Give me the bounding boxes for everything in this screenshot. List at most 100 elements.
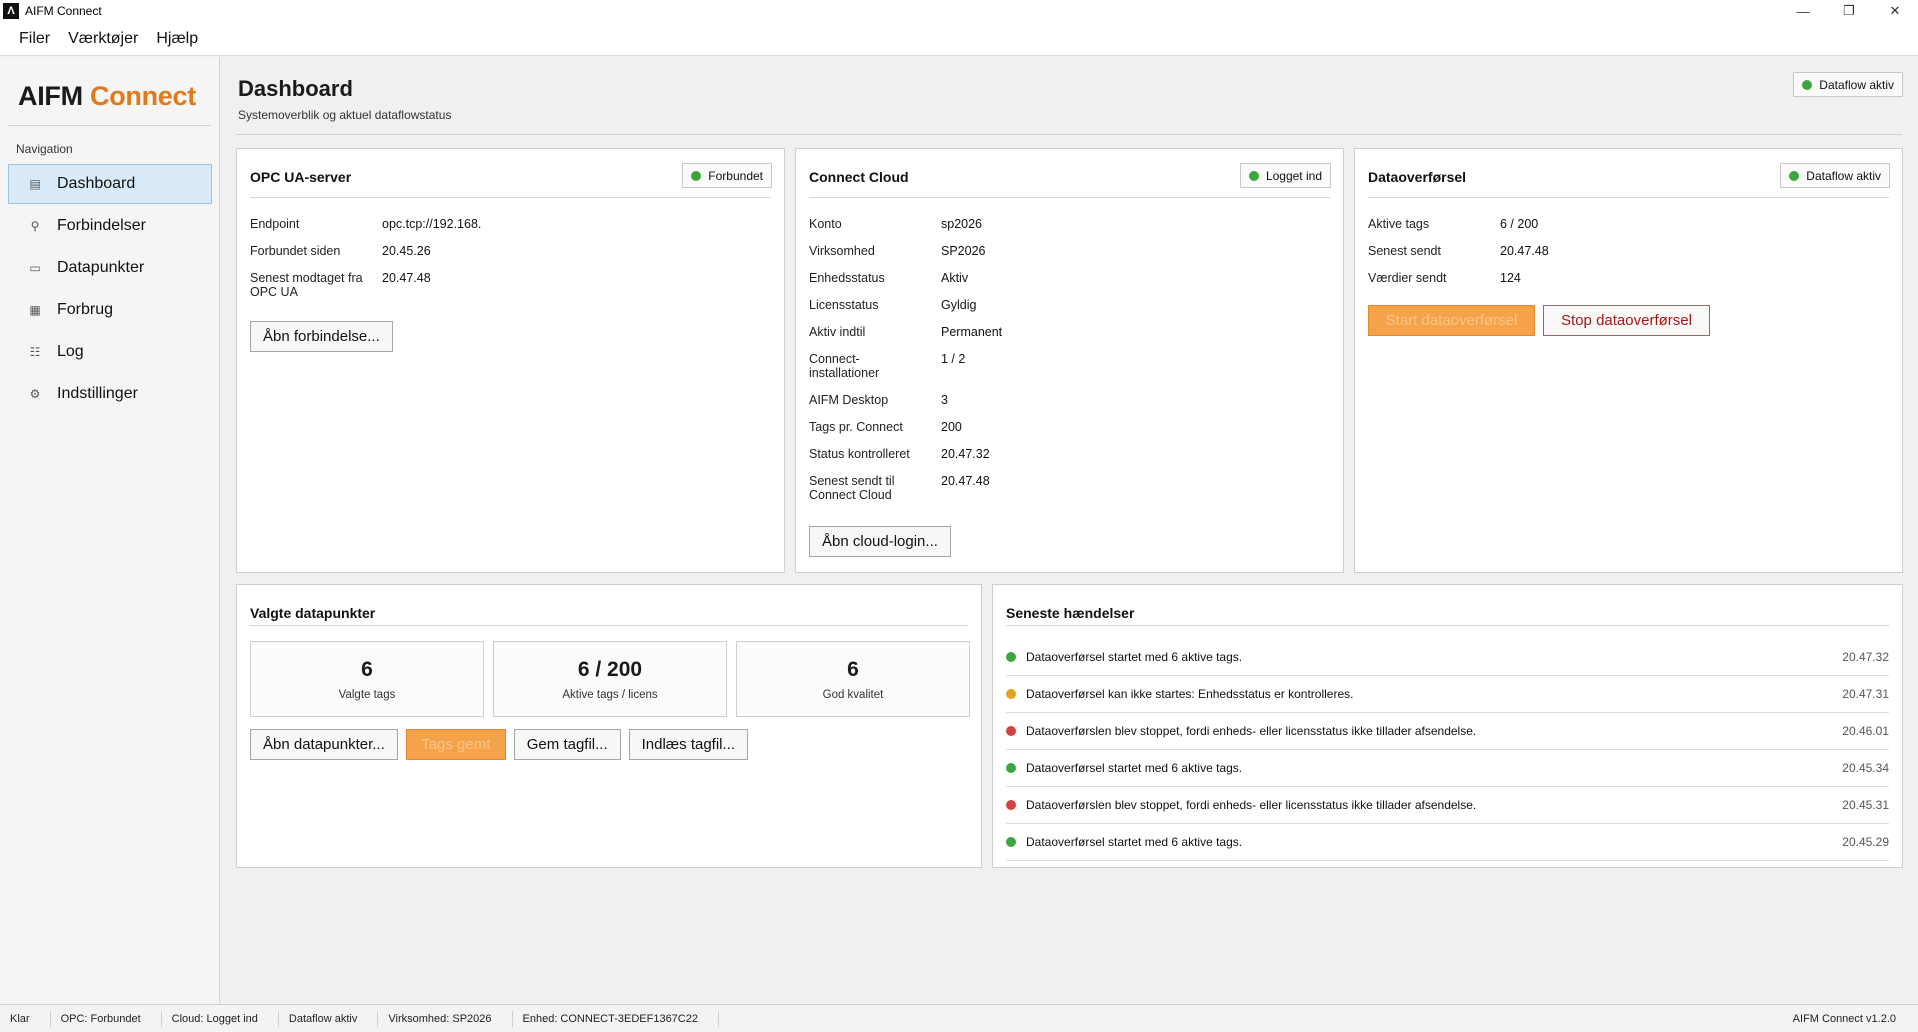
start-transfer-button[interactable]: Start dataoverførsel (1368, 305, 1535, 336)
stat-value: 6 (361, 657, 373, 681)
detail-row: Connect-installationer 1 / 2 (809, 352, 1330, 380)
divider (1368, 197, 1889, 198)
sidebar-item-forbindelser[interactable]: ⚲ Forbindelser (8, 206, 212, 246)
event-time: 20.47.31 (1842, 687, 1889, 701)
sidebar-item-log[interactable]: ☷ Log (8, 332, 212, 372)
divider (236, 134, 1902, 135)
page-subtitle: Systemoverblik og aktuel dataflowstatus (238, 108, 452, 122)
open-cloud-login-button[interactable]: Åbn cloud-login... (809, 526, 951, 557)
tags-saved-button[interactable]: Tags gemt (405, 729, 506, 760)
minimize-button[interactable]: — (1780, 0, 1826, 22)
event-text: Dataoverførsel kan ikke startes: Enhedss… (1026, 687, 1354, 701)
status-cloud: Cloud: Logget ind (162, 1010, 279, 1027)
stat-label: Valgte tags (338, 688, 396, 701)
error-dot-icon (1006, 800, 1016, 810)
panel-title: Connect Cloud (809, 169, 909, 185)
badge-label: Forbundet (708, 168, 763, 183)
detail-key: Senest sendt til Connect Cloud (809, 474, 895, 502)
detail-value: 20.45.26 (382, 244, 431, 258)
detail-value: 20.47.48 (1500, 244, 1549, 258)
detail-key: Værdier sendt (1368, 271, 1447, 285)
load-tagfile-button[interactable]: Indlæs tagfil... (628, 729, 749, 760)
badge-label: Dataflow aktiv (1806, 168, 1881, 183)
page-title: Dashboard (238, 76, 353, 101)
event-time: 20.47.32 (1842, 650, 1889, 664)
event-time: 20.45.29 (1842, 835, 1889, 849)
sidebar-item-label: Forbrug (57, 301, 114, 318)
event-time: 20.45.31 (1842, 798, 1889, 812)
list-item: Dataoverførsel startet med 6 aktive tags… (1006, 824, 1889, 861)
app-icon: Λ (3, 3, 19, 19)
opc-details: Endpoint opc.tcp://192.168. Forbundet sid… (250, 217, 771, 312)
open-connection-button[interactable]: Åbn forbindelse... (250, 321, 393, 352)
status-dot-icon (691, 170, 702, 181)
event-text: Dataoverførslen blev stoppet, fordi enhe… (1026, 798, 1477, 812)
sidebar: AIFM Connect Navigation ▤ Dashboard ⚲ Fo… (0, 57, 220, 1003)
divider (8, 125, 211, 126)
detail-row: Tags pr. Connect 200 (809, 420, 1330, 434)
detail-key: Connect-installationer (809, 352, 880, 380)
detail-value: 20.47.48 (941, 474, 990, 488)
warning-dot-icon (1006, 689, 1016, 699)
window-title: AIFM Connect (25, 4, 102, 18)
sidebar-item-dashboard[interactable]: ▤ Dashboard (8, 164, 212, 204)
status-dataflow: Dataflow aktiv (279, 1010, 379, 1027)
stat-active-tags: 6 / 200 Aktive tags / licens (493, 641, 727, 717)
panel-title: Dataoverførsel (1368, 169, 1467, 185)
brand-logo: AIFM Connect (18, 81, 196, 112)
badge-label: Logget ind (1265, 168, 1322, 183)
detail-key: Forbundet siden (250, 244, 341, 258)
open-datapoints-button[interactable]: Åbn datapunkter... (250, 729, 398, 760)
detail-row: Senest sendt 20.47.48 (1368, 244, 1889, 258)
detail-value: SP2026 (941, 244, 986, 258)
menu-bar: Filer Værktøjer Hjælp (0, 22, 1918, 56)
detail-value: Gyldig (941, 298, 977, 312)
sidebar-item-indstillinger[interactable]: ⚙ Indstillinger (8, 374, 212, 414)
main-content: Dashboard Systemoverblik og aktuel dataf… (221, 57, 1918, 1003)
sidebar-item-label: Indstillinger (57, 385, 138, 402)
detail-value: Permanent (941, 325, 1003, 339)
event-text: Dataoverførsel startet med 6 aktive tags… (1026, 835, 1243, 849)
menu-filer[interactable]: Filer (12, 26, 57, 52)
opc-status-badge: Forbundet (682, 163, 772, 188)
restore-button[interactable]: ❐ (1826, 0, 1872, 22)
detail-row: Senest modtaget fra OPC UA 20.47.48 (250, 271, 771, 299)
menu-hjaelp[interactable]: Hjælp (149, 26, 205, 52)
transfer-details: Aktive tags 6 / 200 Senest sendt 20.47.48 … (1368, 217, 1889, 298)
events-list: Dataoverførsel startet med 6 aktive tags… (1006, 639, 1889, 861)
status-company: Virksomhed: SP2026 (378, 1010, 513, 1027)
detail-row: AIFM Desktop 3 (809, 393, 1330, 407)
panel-title: OPC UA-server (250, 169, 352, 185)
detail-row: Konto sp2026 (809, 217, 1330, 231)
detail-row: Licensstatus Gyldig (809, 298, 1330, 312)
close-button[interactable]: ✕ (1872, 0, 1918, 22)
detail-row: Enhedsstatus Aktiv (809, 271, 1330, 285)
title-bar: Λ AIFM Connect — ❐ ✕ (0, 0, 1918, 22)
detail-key: Senest sendt (1368, 244, 1441, 258)
status-opc: OPC: Forbundet (51, 1010, 162, 1027)
detail-row: Forbundet siden 20.45.26 (250, 244, 771, 258)
detail-value: sp2026 (941, 217, 983, 231)
status-dot-icon (1006, 763, 1016, 773)
save-tagfile-button[interactable]: Gem tagfil... (513, 729, 621, 760)
event-time: 20.46.01 (1842, 724, 1889, 738)
datapoints-panel: Valgte datapunkter 6 Valgte tags 6 / 200… (236, 584, 982, 868)
status-dot-icon (1789, 170, 1800, 181)
tag-icon: ▭ (29, 261, 41, 275)
detail-key: Status kontrolleret (809, 447, 910, 461)
stat-label: Aktive tags / licens (562, 688, 658, 701)
detail-value: 20.47.32 (941, 447, 990, 461)
detail-row: Værdier sendt 124 (1368, 271, 1889, 285)
stop-transfer-button[interactable]: Stop dataoverførsel (1543, 305, 1710, 336)
sidebar-item-datapunkter[interactable]: ▭ Datapunkter (8, 248, 212, 288)
sidebar-item-forbrug[interactable]: ▦ Forbrug (8, 290, 212, 330)
usage-icon: ▦ (29, 303, 41, 317)
status-dot-icon (1006, 837, 1016, 847)
detail-row: Aktiv indtil Permanent (809, 325, 1330, 339)
brand-part-1: AIFM (18, 81, 83, 111)
detail-key: Licensstatus (809, 298, 879, 312)
detail-row: Endpoint opc.tcp://192.168. (250, 217, 771, 231)
detail-value: 3 (941, 393, 948, 407)
menu-vaerktoejer[interactable]: Værktøjer (61, 26, 145, 52)
stat-good-quality: 6 God kvalitet (736, 641, 970, 717)
